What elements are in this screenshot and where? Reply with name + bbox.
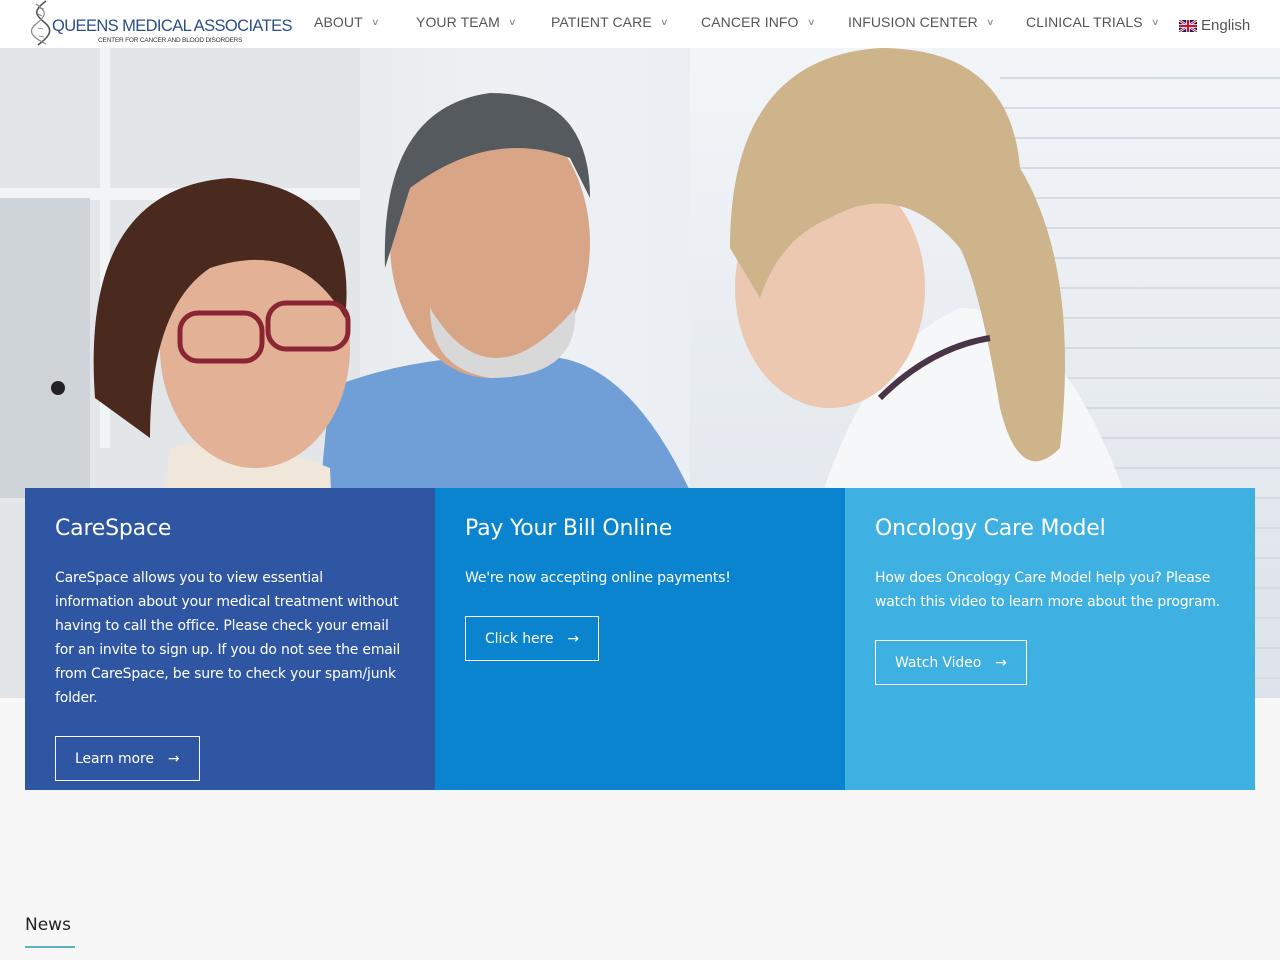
arrow-right-icon: → [167, 750, 180, 767]
nav-item-clinical-trials[interactable]: CLINICAL TRIALS ∨ [1026, 14, 1160, 30]
card-body: How does Oncology Care Model help you? P… [875, 570, 1221, 610]
feature-cards: CareSpace CareSpace allows you to view e… [25, 488, 1255, 790]
nav-item-your-team[interactable]: YOUR TEAM ∨ [416, 14, 516, 30]
card-oncology-care-model: Oncology Care Model How does Oncology Ca… [845, 488, 1255, 790]
nav-item-label: ABOUT [314, 14, 363, 30]
arrow-right-icon: → [567, 630, 579, 647]
nav-item-cancer-info[interactable]: CANCER INFO ∨ [701, 14, 816, 30]
uk-flag-icon [1179, 19, 1197, 32]
logo-title: QUEENS MEDICAL ASSOCIATES [52, 17, 293, 35]
card-carespace: CareSpace CareSpace allows you to view e… [25, 488, 435, 790]
nav-item-label: CANCER INFO [701, 14, 799, 30]
logo-subtitle: CENTER FOR CANCER AND BLOOD DISORDERS [98, 37, 243, 44]
logo[interactable]: QUEENS MEDICAL ASSOCIATES CENTER FOR CAN… [28, 0, 293, 48]
chevron-down-icon: ∨ [1150, 16, 1160, 27]
chevron-down-icon: ∨ [507, 16, 517, 27]
button-label: Click here [485, 630, 554, 647]
button-label: Watch Video [895, 654, 982, 671]
card-pay-bill: Pay Your Bill Online We're now accepting… [435, 488, 845, 790]
nav-item-infusion-center[interactable]: INFUSION CENTER ∨ [848, 14, 994, 30]
chevron-down-icon: ∨ [370, 16, 380, 27]
language-label: English [1201, 17, 1251, 34]
card-title: Pay Your Bill Online [465, 516, 673, 541]
nav-item-label: PATIENT CARE [551, 14, 652, 30]
chevron-down-icon: ∨ [659, 16, 669, 27]
nav-item-about[interactable]: ABOUT ∨ [314, 14, 380, 30]
card-title: Oncology Care Model [875, 516, 1106, 541]
card-body: We're now accepting online payments! [465, 570, 731, 586]
chevron-down-icon: ∨ [985, 16, 995, 27]
card-title: CareSpace [55, 516, 172, 541]
button-label: Learn more [75, 750, 154, 767]
nav-item-label: YOUR TEAM [416, 14, 500, 30]
click-here-button[interactable]: Click here → [465, 616, 599, 661]
watch-video-button[interactable]: Watch Video → [875, 640, 1027, 685]
dna-helix-icon [31, 0, 51, 46]
site-header: QUEENS MEDICAL ASSOCIATES CENTER FOR CAN… [0, 0, 1280, 48]
nav-item-patient-care[interactable]: PATIENT CARE ∨ [551, 14, 669, 30]
learn-more-button[interactable]: Learn more → [55, 736, 200, 781]
news-heading: News [25, 915, 71, 935]
language-selector[interactable]: English [1179, 17, 1250, 34]
card-body: CareSpace allows you to view essential i… [55, 570, 401, 706]
arrow-right-icon: → [995, 654, 1007, 671]
nav-item-label: CLINICAL TRIALS [1026, 14, 1143, 30]
nav-item-label: INFUSION CENTER [848, 14, 978, 30]
chevron-down-icon: ∨ [806, 16, 816, 27]
news-heading-underline [25, 946, 75, 948]
